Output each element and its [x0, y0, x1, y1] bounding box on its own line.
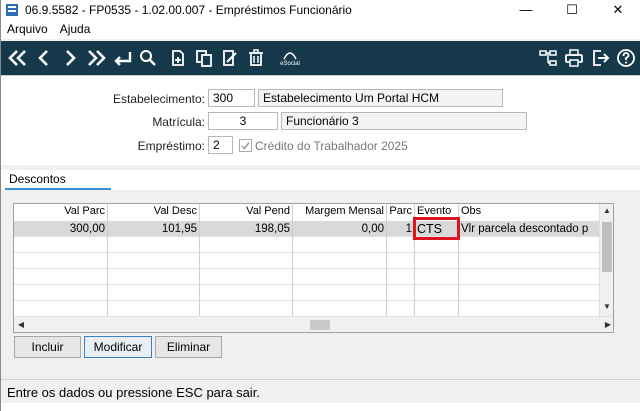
esocial-button[interactable]: eSocial: [273, 43, 307, 73]
window-title: 06.9.5582 - FP0535 - 1.02.00.007 - Empré…: [25, 2, 352, 17]
cell-parc[interactable]: 1: [387, 221, 415, 237]
modificar-button[interactable]: Modificar: [84, 336, 152, 358]
new-doc-icon: [172, 50, 184, 66]
table-row[interactable]: [14, 301, 601, 317]
tab-strip: Descontos: [1, 170, 640, 190]
cell-val-desc[interactable]: 101,95: [108, 221, 200, 237]
table-row[interactable]: [14, 285, 601, 301]
col-obs[interactable]: Obs: [459, 204, 601, 221]
grid-body: 300,00 101,95 198,05 0,00 1 CTS Vlr parc…: [14, 221, 601, 317]
cell-margem[interactable]: 0,00: [293, 221, 387, 237]
header-form: Estabelecimento: 300 Estabelecimento Um …: [1, 75, 640, 165]
hierarchy-icon: [539, 50, 557, 66]
delete-button[interactable]: [243, 43, 269, 73]
status-bar: Entre os dados ou pressione ESC para sai…: [1, 379, 640, 403]
scroll-left-icon[interactable]: ◀: [14, 317, 28, 332]
credito-checkbox[interactable]: [239, 139, 252, 152]
col-margem[interactable]: Margem Mensal: [293, 204, 387, 221]
help-icon: [617, 49, 635, 67]
print-icon: [565, 49, 583, 67]
col-val-parc[interactable]: Val Parc: [14, 204, 108, 221]
incluir-button[interactable]: Incluir: [14, 336, 81, 358]
prev-record-button[interactable]: [31, 43, 57, 73]
title-bar: 06.9.5582 - FP0535 - 1.02.00.007 - Empré…: [1, 0, 640, 19]
col-parc[interactable]: Parc: [387, 204, 415, 221]
maximize-button[interactable]: ☐: [549, 0, 595, 19]
table-row[interactable]: [14, 253, 601, 269]
edit-icon: [223, 50, 237, 66]
scroll-right-icon[interactable]: ▶: [601, 317, 613, 332]
close-button[interactable]: ✕: [595, 0, 640, 19]
search-icon: [140, 50, 156, 66]
cell-obs[interactable]: Vlr parcela descontado p: [459, 221, 601, 237]
edit-button[interactable]: [217, 43, 243, 73]
prev-icon: [38, 50, 48, 66]
checkmark-icon: [241, 142, 250, 150]
exit-button[interactable]: [587, 43, 613, 73]
estabelecimento-name-field: Estabelecimento Um Portal HCM: [258, 89, 503, 107]
col-val-pend[interactable]: Val Pend: [200, 204, 293, 221]
esocial-label: eSocial: [280, 61, 300, 67]
return-button[interactable]: [109, 43, 135, 73]
cell-val-pend[interactable]: 198,05: [200, 221, 293, 237]
exit-icon: [593, 50, 610, 66]
scroll-up-icon[interactable]: ▲: [600, 204, 613, 218]
esocial-icon: [283, 52, 297, 60]
table-row[interactable]: [14, 269, 601, 285]
descontos-grid: Val Parc Val Desc Val Pend Margem Mensal…: [13, 203, 614, 333]
toolbar: eSocial: [1, 41, 640, 75]
bottom-strip: [1, 403, 640, 411]
menu-arquivo[interactable]: Arquivo: [1, 22, 54, 36]
evento-highlight-box: [413, 217, 460, 240]
copy-button[interactable]: [191, 43, 217, 73]
help-button[interactable]: [613, 43, 639, 73]
delete-icon: [249, 49, 263, 66]
estabelecimento-label: Estabelecimento:: [112, 92, 205, 106]
horizontal-scrollbar[interactable]: ◀ ▶: [14, 316, 613, 332]
horizontal-scroll-thumb[interactable]: [310, 320, 330, 330]
return-icon: [114, 52, 132, 66]
next-icon: [66, 50, 76, 66]
cell-val-parc[interactable]: 300,00: [14, 221, 108, 237]
matricula-name-field: Funcionário 3: [281, 112, 527, 130]
last-record-button[interactable]: [83, 43, 109, 73]
matricula-field[interactable]: 3: [208, 112, 278, 130]
vertical-scroll-thumb[interactable]: [602, 222, 612, 272]
new-button[interactable]: [165, 43, 191, 73]
table-row[interactable]: 300,00 101,95 198,05 0,00 1 CTS Vlr parc…: [14, 221, 601, 237]
app-window: 06.9.5582 - FP0535 - 1.02.00.007 - Empré…: [0, 0, 640, 411]
eliminar-button[interactable]: Eliminar: [155, 336, 222, 358]
first-icon: [8, 50, 26, 66]
first-record-button[interactable]: [5, 43, 31, 73]
tab-descontos[interactable]: Descontos: [5, 170, 111, 190]
copy-icon: [196, 50, 212, 67]
scroll-down-icon[interactable]: ▼: [600, 300, 613, 314]
grid-header: Val Parc Val Desc Val Pend Margem Mensal…: [14, 204, 601, 221]
col-val-desc[interactable]: Val Desc: [108, 204, 200, 221]
next-record-button[interactable]: [57, 43, 83, 73]
last-icon: [88, 50, 106, 66]
menu-bar: Arquivo Ajuda: [1, 19, 640, 39]
table-row[interactable]: [14, 237, 601, 253]
menu-ajuda[interactable]: Ajuda: [54, 22, 97, 36]
matricula-label: Matrícula:: [152, 115, 205, 129]
app-icon: [6, 3, 18, 16]
print-button[interactable]: [561, 43, 587, 73]
minimize-button[interactable]: —: [503, 0, 549, 19]
estabelecimento-code-field[interactable]: 300: [208, 89, 255, 107]
credito-label: Crédito do Trabalhador 2025: [255, 139, 408, 153]
emprestimo-field[interactable]: 2: [208, 136, 233, 154]
emprestimo-label: Empréstimo:: [137, 139, 205, 153]
vertical-scrollbar[interactable]: ▲ ▼: [599, 204, 613, 316]
hierarchy-button[interactable]: [535, 43, 561, 73]
search-button[interactable]: [135, 43, 161, 73]
